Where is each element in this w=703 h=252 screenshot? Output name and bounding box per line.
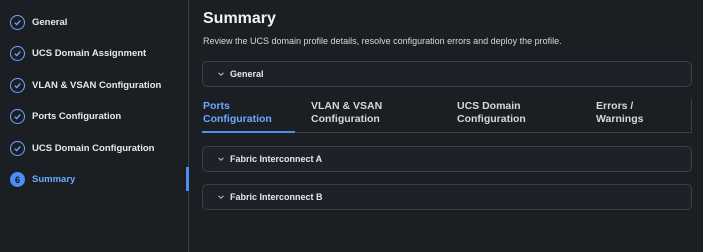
- summary-content: Summary Review the UCS domain profile de…: [189, 0, 703, 252]
- step-ports-configuration[interactable]: Ports Configuration: [0, 101, 189, 132]
- check-circle-icon: [10, 141, 25, 156]
- tabs-divider: [691, 99, 692, 133]
- check-circle-icon: [10, 78, 25, 93]
- tab-label-line: UCS Domain: [457, 100, 521, 112]
- step-label: UCS Domain Configuration: [32, 143, 155, 154]
- chevron-down-icon: [218, 195, 224, 199]
- check-circle-icon: [10, 109, 25, 124]
- tab-errors-warnings[interactable]: Errors / Warnings: [596, 100, 643, 126]
- tab-vlan-vsan-configuration[interactable]: VLAN & VSAN Configuration: [311, 100, 382, 126]
- fabric-interconnect-b-accordion[interactable]: Fabric Interconnect B: [202, 184, 692, 210]
- chevron-down-icon: [218, 72, 224, 76]
- tab-label-line: Errors /: [596, 100, 634, 112]
- step-vlan-vsan-configuration[interactable]: VLAN & VSAN Configuration: [0, 70, 189, 101]
- step-ucs-domain-assignment[interactable]: UCS Domain Assignment: [0, 38, 189, 69]
- tab-label-line: Warnings: [596, 113, 644, 125]
- page-title: Summary: [203, 10, 276, 27]
- tab-label-line: Configuration: [203, 113, 272, 125]
- step-summary[interactable]: 6 Summary: [0, 164, 189, 195]
- step-label: Ports Configuration: [32, 111, 122, 122]
- tab-label-line: VLAN & VSAN: [311, 100, 383, 112]
- step-ucs-domain-configuration[interactable]: UCS Domain Configuration: [0, 133, 189, 164]
- accordion-label: General: [230, 69, 264, 79]
- fabric-interconnect-a-accordion[interactable]: Fabric Interconnect A: [202, 146, 692, 172]
- accordion-label: Fabric Interconnect B: [230, 192, 323, 202]
- tab-label-line: Ports: [203, 100, 230, 112]
- tab-ports-configuration[interactable]: Ports Configuration: [203, 100, 272, 126]
- wizard-sidebar: General UCS Domain Assignment VLAN & VSA…: [0, 0, 189, 252]
- check-circle-icon: [10, 46, 25, 61]
- check-circle-icon: [10, 15, 25, 30]
- tab-label-line: Configuration: [457, 113, 526, 125]
- step-label: VLAN & VSAN Configuration: [32, 80, 162, 91]
- chevron-down-icon: [218, 157, 224, 161]
- accordion-label: Fabric Interconnect A: [230, 154, 323, 164]
- summary-tabs: Ports Configuration VLAN & VSAN Configur…: [202, 99, 692, 133]
- tab-label-line: Configuration: [311, 113, 380, 125]
- step-label: General: [32, 17, 68, 28]
- step-label: Summary: [32, 174, 76, 185]
- step-number-badge: 6: [10, 172, 25, 187]
- tab-ucs-domain-configuration[interactable]: UCS Domain Configuration: [457, 100, 526, 126]
- page-subtitle: Review the UCS domain profile details, r…: [203, 36, 562, 46]
- general-accordion[interactable]: General: [202, 61, 692, 87]
- step-general[interactable]: General: [0, 7, 189, 38]
- active-tab-underline: [202, 131, 295, 133]
- step-label: UCS Domain Assignment: [32, 48, 147, 59]
